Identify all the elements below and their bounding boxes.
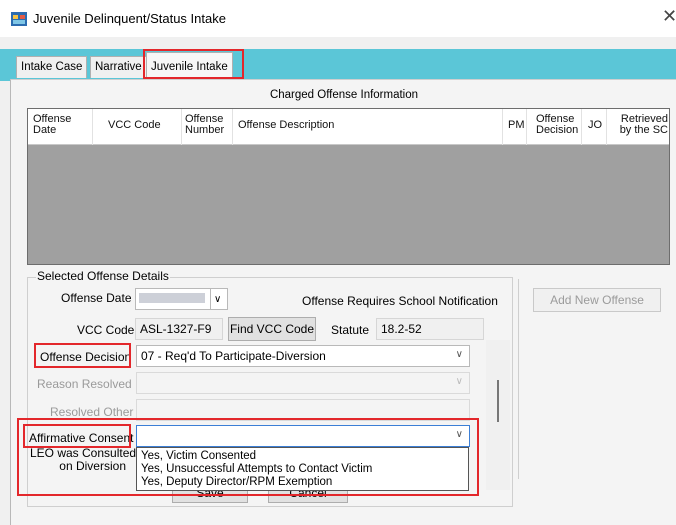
- col-offense-decision[interactable]: Offense Decision: [536, 114, 580, 136]
- grid-header: Offense Date VCC Code Offense Number Offen…: [28, 109, 669, 145]
- window-title: Juvenile Delinquent/Status Intake: [33, 11, 226, 26]
- col-offense-description[interactable]: Offense Description: [238, 120, 334, 131]
- chevron-down-icon: ∨: [455, 376, 463, 387]
- affirmative-consent-highlight: [17, 418, 479, 496]
- panel-divider: [518, 279, 519, 479]
- col-pm[interactable]: PM: [508, 120, 525, 131]
- school-notification-label: Offense Requires School Notification: [302, 294, 498, 308]
- charged-offense-title: Charged Offense Information: [269, 89, 419, 101]
- intake-window: Juvenile Delinquent/Status Intake ✕ Inta…: [0, 0, 676, 525]
- offense-decision-value: 07 - Req'd To Participate-Diversion: [141, 349, 326, 363]
- chevron-down-icon[interactable]: ∨: [456, 349, 463, 360]
- offense-date-value: [139, 293, 205, 303]
- scroll-thumb[interactable]: [497, 380, 499, 422]
- add-new-offense-button: Add New Offense: [533, 288, 661, 312]
- resolved-other-label: Resolved Other: [50, 405, 134, 419]
- vcc-code-field[interactable]: ASL-1327-F9: [135, 318, 223, 340]
- find-vcc-code-button[interactable]: Find VCC Code: [228, 317, 316, 341]
- selected-offense-details-title: Selected Offense Details: [36, 269, 170, 283]
- title-bar: Juvenile Delinquent/Status Intake ✕: [0, 0, 676, 37]
- tab-highlight: [143, 49, 244, 79]
- calendar-dropdown-icon[interactable]: ∨: [210, 288, 228, 310]
- tab-intake-case[interactable]: Intake Case: [16, 56, 88, 78]
- charged-offense-grid[interactable]: Offense Date VCC Code Offense Number Offen…: [27, 108, 670, 265]
- close-icon[interactable]: ✕: [662, 6, 676, 27]
- offense-decision-highlight: [34, 343, 131, 368]
- tab-narrative[interactable]: Narrative: [90, 56, 147, 78]
- app-icon: [11, 12, 27, 26]
- col-jo[interactable]: JO: [588, 120, 602, 131]
- col-offense-date[interactable]: Offense Date: [33, 114, 93, 136]
- reason-resolved-label: Reason Resolved: [37, 377, 132, 391]
- col-retrieved-by-sc[interactable]: Retrieved by the SC: [618, 114, 668, 136]
- offense-decision-select[interactable]: 07 - Req'd To Participate-Diversion ∨: [136, 345, 470, 367]
- statute-label: Statute: [331, 323, 370, 337]
- offense-date-label: Offense Date: [61, 291, 132, 305]
- statute-field: 18.2-52: [376, 318, 484, 340]
- vcc-code-label: VCC Code: [77, 323, 135, 337]
- col-offense-number[interactable]: Offense Number: [185, 114, 231, 136]
- reason-resolved-select: ∨: [136, 372, 470, 394]
- col-vcc-code[interactable]: VCC Code: [108, 120, 161, 131]
- details-scrollbar[interactable]: [486, 340, 510, 490]
